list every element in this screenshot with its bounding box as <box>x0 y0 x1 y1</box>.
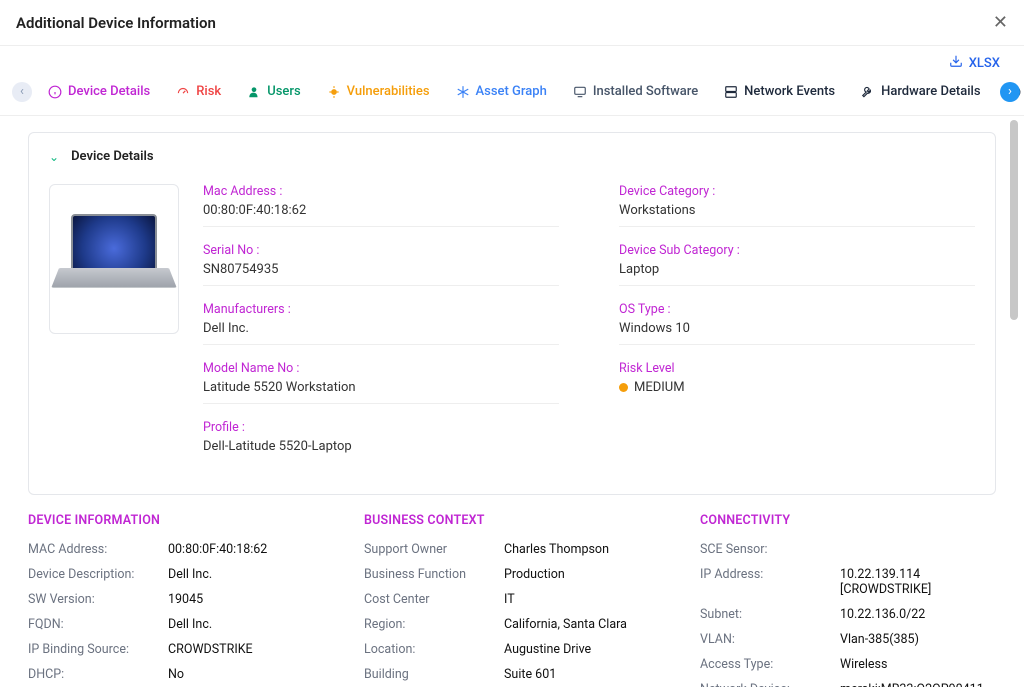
modal-header: Additional Device Information ✕ <box>0 0 1024 46</box>
chevron-down-icon: ⌄ <box>49 150 59 164</box>
snowflake-icon <box>456 85 470 99</box>
download-icon <box>949 54 963 72</box>
table-row: IP Binding Source:CROWDSTRIKE <box>28 642 324 657</box>
gauge-icon <box>176 85 190 99</box>
monitor-icon <box>573 85 587 99</box>
section-device-information: DEVICE INFORMATION MAC Address:00:80:0F:… <box>28 513 324 687</box>
export-xlsx-button[interactable]: XLSX <box>949 54 1000 72</box>
table-row: Device Description:Dell Inc. <box>28 567 324 582</box>
table-row: MAC Address:00:80:0F:40:18:62 <box>28 542 324 557</box>
panel-header[interactable]: ⌄ Device Details <box>49 149 975 164</box>
tab-installed-software[interactable]: Installed Software <box>563 76 708 107</box>
export-row: XLSX <box>0 46 1024 76</box>
close-icon[interactable]: ✕ <box>993 12 1008 33</box>
tabs-next-button[interactable]: › <box>1000 82 1020 102</box>
wrench-icon <box>861 85 875 99</box>
tab-network-events[interactable]: Network Events <box>714 76 845 107</box>
tab-users[interactable]: Users <box>237 76 310 107</box>
table-row: Region:California, Santa Clara <box>364 617 660 632</box>
tabs-bar: ‹ Device Details Risk Users Vulnerabilit… <box>0 76 1024 116</box>
device-image <box>49 184 179 334</box>
table-row: SW Version:19045 <box>28 592 324 607</box>
network-icon <box>724 85 738 99</box>
field-manufacturer: Manufacturers : Dell Inc. <box>203 302 559 345</box>
user-icon <box>247 85 261 99</box>
tab-hardware-details[interactable]: Hardware Details <box>851 76 990 107</box>
table-row: FQDN:Dell Inc. <box>28 617 324 632</box>
field-profile: Profile : Dell-Latitude 5520-Laptop <box>203 420 559 458</box>
field-model: Model Name No : Latitude 5520 Workstatio… <box>203 361 559 404</box>
modal-title: Additional Device Information <box>16 14 216 32</box>
tab-device-details[interactable]: Device Details <box>38 76 160 107</box>
table-row: Network Device:meraki:MR33:Q2QP90411 <box>700 682 996 687</box>
info-sections: DEVICE INFORMATION MAC Address:00:80:0F:… <box>28 513 996 687</box>
tabs-prev-button[interactable]: ‹ <box>12 82 32 102</box>
table-row: VLAN:Vlan-385(385) <box>700 632 996 647</box>
table-row: DHCP:No <box>28 667 324 682</box>
table-row: Business FunctionProduction <box>364 567 660 582</box>
table-row: IP Address:10.22.139.114 [CROWDSTRIKE] <box>700 567 996 597</box>
table-row: BuildingSuite 601 <box>364 667 660 682</box>
section-business-context: BUSINESS CONTEXT Support OwnerCharles Th… <box>364 513 660 687</box>
scrollbar[interactable] <box>1010 120 1018 320</box>
table-row: Cost CenterIT <box>364 592 660 607</box>
table-row: Access Type:Wireless <box>700 657 996 672</box>
field-os-type: OS Type : Windows 10 <box>619 302 975 345</box>
laptop-icon <box>59 214 169 304</box>
field-risk-level: Risk Level MEDIUM <box>619 361 975 400</box>
field-mac: Mac Address : 00:80:0F:40:18:62 <box>203 184 559 227</box>
table-row: Support OwnerCharles Thompson <box>364 542 660 557</box>
section-connectivity: CONNECTIVITY SCE Sensor: IP Address:10.2… <box>700 513 996 687</box>
tab-risk[interactable]: Risk <box>166 76 231 107</box>
device-summary: Mac Address : 00:80:0F:40:18:62 Serial N… <box>49 184 975 474</box>
table-row: Location:Augustine Drive <box>364 642 660 657</box>
table-row: Subnet:10.22.136.0/22 <box>700 607 996 622</box>
tab-asset-graph[interactable]: Asset Graph <box>446 76 557 107</box>
field-category: Device Category : Workstations <box>619 184 975 227</box>
panel-title: Device Details <box>71 149 154 164</box>
content-area: ⌄ Device Details Mac Address : 00:80:0F:… <box>0 116 1024 687</box>
info-icon <box>48 85 62 99</box>
device-details-panel: ⌄ Device Details Mac Address : 00:80:0F:… <box>28 132 996 495</box>
table-row: SCE Sensor: <box>700 542 996 557</box>
field-serial: Serial No : SN80754935 <box>203 243 559 286</box>
field-subcategory: Device Sub Category : Laptop <box>619 243 975 286</box>
tab-vulnerabilities[interactable]: Vulnerabilities <box>317 76 440 107</box>
risk-dot-icon <box>619 383 628 392</box>
bug-icon <box>327 85 341 99</box>
export-label: XLSX <box>969 56 1000 71</box>
